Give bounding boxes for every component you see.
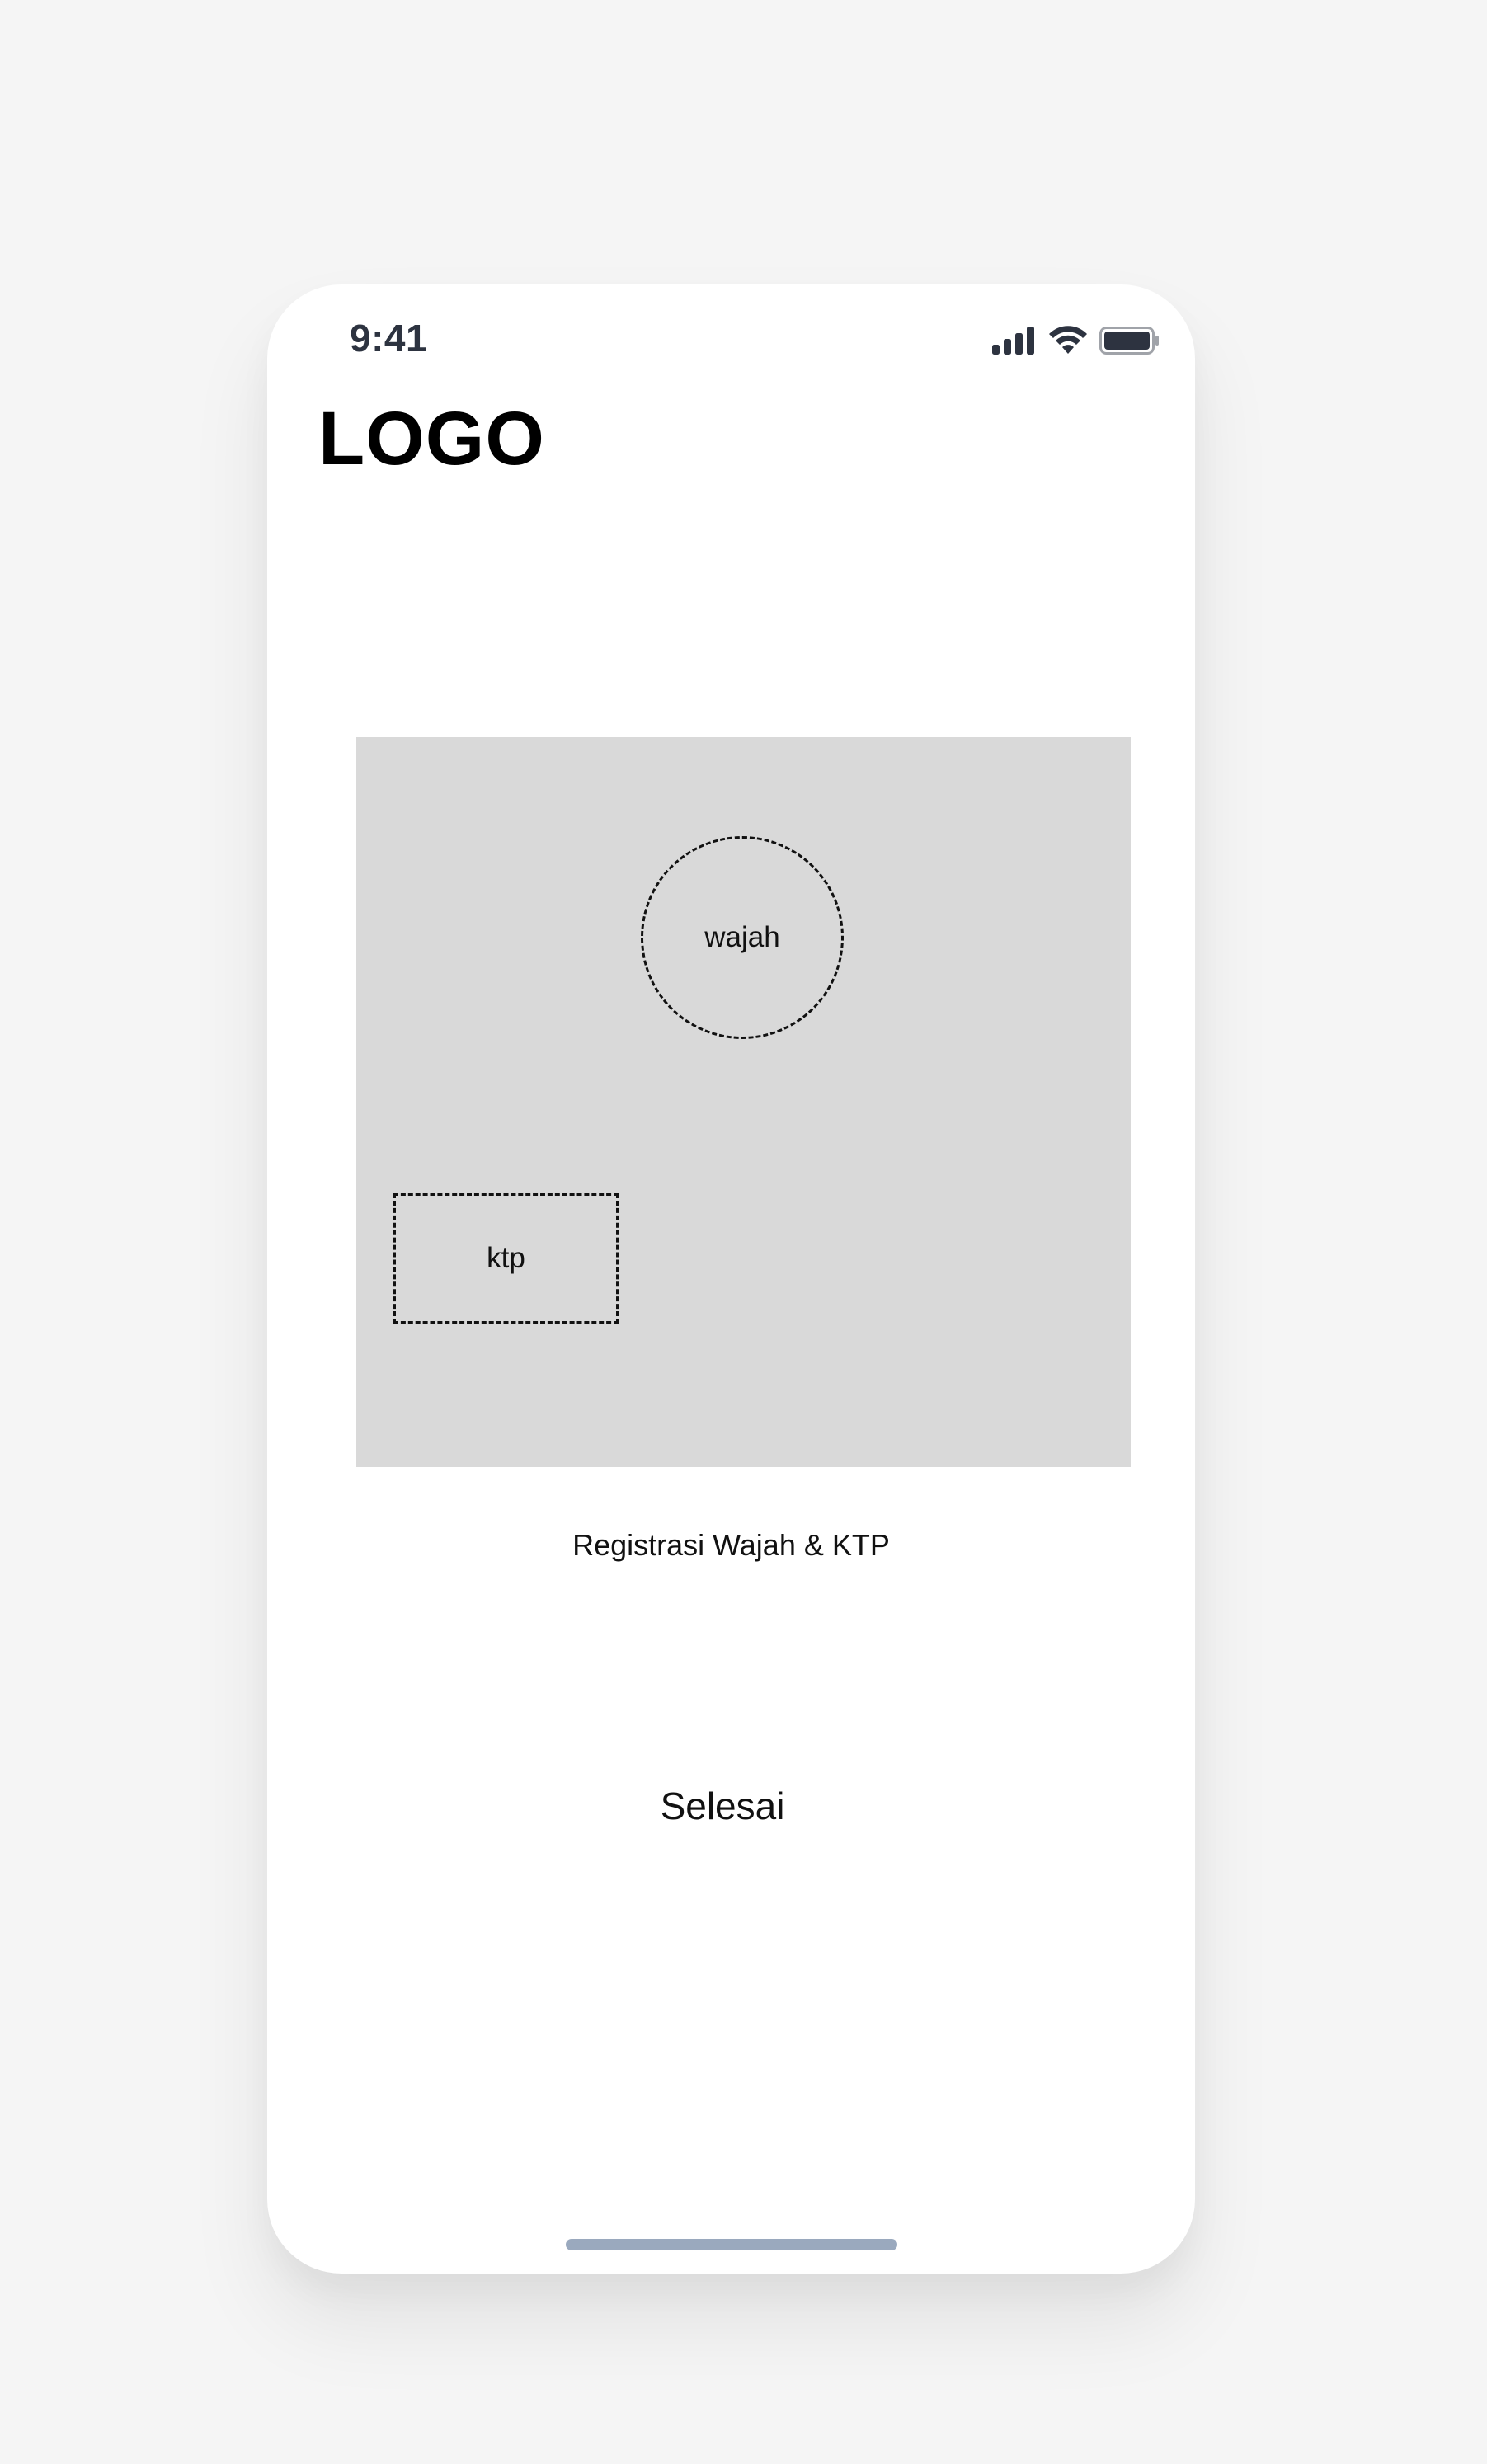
camera-preview: wajah ktp xyxy=(356,737,1131,1467)
status-bar: 9:41 xyxy=(267,284,1195,383)
registration-caption: Registrasi Wajah & KTP xyxy=(572,1528,890,1562)
phone-screen: 9:41 LOGO wajah ktp Registrasi Wajah & K… xyxy=(267,284,1195,2274)
face-capture-frame: wajah xyxy=(641,836,844,1039)
face-frame-label: wajah xyxy=(704,921,780,953)
status-icons xyxy=(992,326,1160,355)
ktp-capture-frame: ktp xyxy=(393,1193,619,1324)
signal-icon xyxy=(992,327,1034,355)
done-button[interactable]: Selesai xyxy=(582,1769,863,1843)
home-indicator[interactable] xyxy=(566,2239,897,2250)
ktp-frame-label: ktp xyxy=(487,1242,525,1274)
status-time: 9:41 xyxy=(350,317,428,360)
wifi-icon xyxy=(1049,326,1087,354)
battery-icon xyxy=(1099,327,1159,355)
app-logo: LOGO xyxy=(318,397,545,481)
